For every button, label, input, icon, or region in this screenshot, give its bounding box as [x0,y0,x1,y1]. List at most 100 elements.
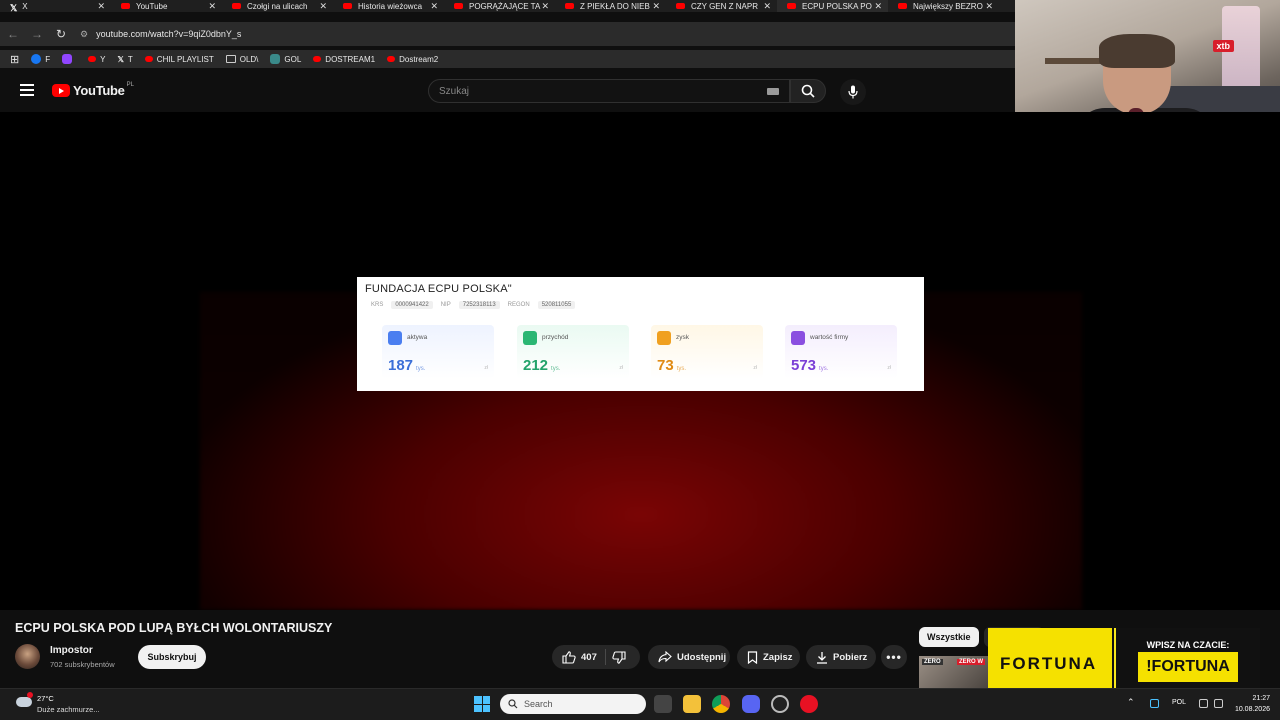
youtube-play-icon [52,84,70,97]
address-bar: ← → ↻ ⚙ youtube.com/watch?v=9qiZ0dbnY_s [0,22,1015,46]
facebook-icon [31,54,42,64]
bookmark-gol[interactable]: GOL [270,54,301,64]
bookmark-f[interactable]: F [31,54,50,64]
wifi-icon[interactable] [1199,699,1208,708]
network-icon[interactable] [1150,699,1159,708]
site-info-icon[interactable]: ⚙ [80,29,88,40]
tab-label: YouTube [136,1,168,11]
xtb-badge: xtb [1212,40,1234,52]
youtube-icon [898,3,907,9]
tab-czy-gen-z[interactable]: CZY GEN Z NAPR ✕ [666,0,777,12]
revenue-icon [523,331,537,345]
close-icon[interactable]: ✕ [985,0,993,12]
search-placeholder: Szukaj [439,85,470,97]
bookmark-dostream2[interactable]: Dostream2 [387,55,438,64]
subscribe-button[interactable]: Subskrybuj [138,645,206,669]
cloud-icon [16,697,32,707]
tab-czolgi[interactable]: Czołgi na ulicach ✕ [222,0,333,12]
youtube-icon [787,3,796,9]
file-explorer-icon[interactable] [683,695,701,713]
voice-search-button[interactable] [840,79,866,105]
bookmark-dostream1[interactable]: DOSTREAM1 [313,55,375,64]
filter-chip-all[interactable]: Wszystkie [919,627,979,647]
close-icon[interactable]: ✕ [208,0,216,12]
share-button[interactable]: Udostępnij [648,645,730,669]
tab-pograzajace[interactable]: POGRĄŻAJĄCE TA ✕ [444,0,555,12]
download-button[interactable]: Pobierz [806,645,876,669]
close-icon[interactable]: ✕ [541,0,549,12]
browser-tab-strip: 𝕏 X ✕ YouTube ✕ Czołgi na ulicach ✕ Historia… [0,0,1015,12]
volume-icon[interactable] [1214,699,1223,708]
video-title: ECPU POLSKA POD LUPĄ BYŁCH WOLONTARIUSZY [15,621,333,635]
close-icon[interactable]: ✕ [763,0,771,12]
discord-icon[interactable] [742,695,760,713]
windows-start-icon[interactable] [474,696,490,712]
chrome-icon[interactable] [712,695,730,713]
tab-x[interactable]: 𝕏 X ✕ [0,0,111,12]
task-view-icon[interactable] [654,695,672,713]
tab-youtube[interactable]: YouTube ✕ [111,0,222,12]
more-horizontal-icon: ••• [886,650,902,664]
taskbar-search-input[interactable]: Search [500,694,646,714]
youtube-icon [313,56,322,62]
youtube-icon [121,3,130,9]
dislike-button[interactable] [606,650,634,664]
hamburger-menu-icon[interactable] [20,84,34,96]
company-value-icon [791,331,805,345]
microphone-icon [848,85,858,99]
bookmark-t[interactable]: 𝕏T [117,55,132,64]
more-actions-button[interactable]: ••• [881,645,907,669]
tab-z-piekla[interactable]: Z PIEKŁA DO NIEB ✕ [555,0,666,12]
close-icon[interactable]: ✕ [874,0,882,12]
tab-ecpu-active[interactable]: ECPU POLSKA PO ✕ [777,0,888,12]
thumbs-down-icon [612,650,626,664]
obs-icon[interactable] [771,695,789,713]
back-icon[interactable]: ← [2,27,24,41]
like-button[interactable]: 407 [552,650,605,664]
streaming-app-icon[interactable] [800,695,818,713]
keyboard-icon[interactable] [767,88,779,95]
video-player[interactable]: FUNDACJA ECPU POLSKA" KRS 0000941422 NIP 7… [0,112,1280,610]
tab-label: Historia wieżowca [358,1,423,11]
tab-historia[interactable]: Historia wieżowca ✕ [333,0,444,12]
youtube-icon [387,56,396,62]
search-button[interactable] [790,79,826,103]
share-icon [658,651,672,663]
url-input[interactable]: ⚙ youtube.com/watch?v=9qiZ0dbnY_s [80,23,1009,45]
language-indicator[interactable]: POL [1172,699,1186,706]
stat-przychod: przychód 212 tys. zł [517,325,629,379]
tab-label: ECPU POLSKA PO [802,1,872,11]
apps-grid-icon[interactable]: ⊞ [10,53,19,66]
tab-label: Z PIEKŁA DO NIEB [580,1,650,11]
youtube-icon [232,3,241,9]
clock[interactable]: 21:27 10.08.2026 [1235,693,1270,715]
search-icon [801,84,815,98]
youtube-logo[interactable]: YouTube PL [52,82,134,98]
bookmark-icon [747,650,758,664]
tab-label: Czołgi na ulicach [247,1,308,11]
like-dislike-group: 407 [552,645,640,669]
channel-avatar[interactable] [15,644,40,669]
close-icon[interactable]: ✕ [319,0,327,12]
stat-wartosc-firmy: wartość firmy 573 tys. zł [785,325,897,379]
bookmark-twitch[interactable] [62,54,76,64]
channel-name[interactable]: Impostor [50,645,93,656]
search-input[interactable]: Szukaj [428,79,790,103]
x-icon: 𝕏 [10,3,18,12]
bookmark-chil-playlist[interactable]: CHIL PLAYLIST [144,55,214,64]
forward-icon[interactable]: → [26,27,48,41]
youtube-icon [454,3,463,9]
save-button[interactable]: Zapisz [737,645,800,669]
chevron-up-icon[interactable]: ⌃ [1127,697,1135,708]
bookmark-old[interactable]: OLD\ [225,55,258,64]
bookmark-y[interactable]: Y [88,55,105,64]
close-icon[interactable]: ✕ [430,0,438,12]
tab-najwiekszy[interactable]: Największy BEZRO ✕ [888,0,999,12]
assets-icon [388,331,402,345]
reload-icon[interactable]: ↻ [50,27,72,41]
close-icon[interactable]: ✕ [652,0,660,12]
card-title: FUNDACJA ECPU POLSKA" [365,283,512,295]
youtube-icon [88,56,97,62]
recommended-video-thumbnail[interactable]: ZERO ZERO W [919,656,989,688]
close-icon[interactable]: ✕ [97,0,105,12]
